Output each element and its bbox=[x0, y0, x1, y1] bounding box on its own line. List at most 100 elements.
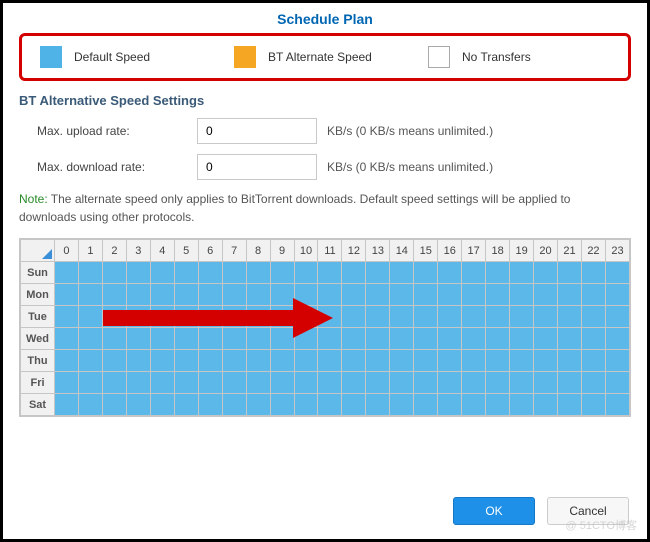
schedule-cell[interactable] bbox=[438, 350, 462, 372]
schedule-cell[interactable] bbox=[558, 350, 582, 372]
schedule-cell[interactable] bbox=[102, 328, 126, 350]
schedule-cell[interactable] bbox=[534, 328, 558, 350]
schedule-cell[interactable] bbox=[102, 306, 126, 328]
schedule-cell[interactable] bbox=[102, 372, 126, 394]
schedule-cell[interactable] bbox=[270, 284, 294, 306]
schedule-cell[interactable] bbox=[55, 306, 79, 328]
hour-header[interactable]: 18 bbox=[486, 240, 510, 262]
schedule-cell[interactable] bbox=[510, 372, 534, 394]
day-header[interactable]: Fri bbox=[21, 372, 55, 394]
schedule-cell[interactable] bbox=[270, 394, 294, 416]
schedule-cell[interactable] bbox=[270, 372, 294, 394]
day-header[interactable]: Sun bbox=[21, 262, 55, 284]
schedule-cell[interactable] bbox=[55, 372, 79, 394]
schedule-cell[interactable] bbox=[534, 372, 558, 394]
schedule-cell[interactable] bbox=[198, 394, 222, 416]
schedule-cell[interactable] bbox=[294, 350, 318, 372]
hour-header[interactable]: 17 bbox=[462, 240, 486, 262]
schedule-cell[interactable] bbox=[246, 394, 270, 416]
schedule-cell[interactable] bbox=[174, 306, 198, 328]
schedule-cell[interactable] bbox=[246, 262, 270, 284]
schedule-cell[interactable] bbox=[102, 394, 126, 416]
hour-header[interactable]: 22 bbox=[581, 240, 605, 262]
schedule-cell[interactable] bbox=[318, 306, 342, 328]
schedule-cell[interactable] bbox=[222, 306, 246, 328]
schedule-cell[interactable] bbox=[126, 394, 150, 416]
schedule-cell[interactable] bbox=[126, 262, 150, 284]
hour-header[interactable]: 14 bbox=[390, 240, 414, 262]
schedule-cell[interactable] bbox=[126, 306, 150, 328]
cancel-button[interactable]: Cancel bbox=[547, 497, 629, 525]
schedule-cell[interactable] bbox=[318, 350, 342, 372]
schedule-cell[interactable] bbox=[486, 284, 510, 306]
ok-button[interactable]: OK bbox=[453, 497, 535, 525]
schedule-cell[interactable] bbox=[366, 328, 390, 350]
schedule-cell[interactable] bbox=[246, 350, 270, 372]
hour-header[interactable]: 0 bbox=[55, 240, 79, 262]
schedule-cell[interactable] bbox=[342, 284, 366, 306]
hour-header[interactable]: 6 bbox=[198, 240, 222, 262]
schedule-cell[interactable] bbox=[366, 284, 390, 306]
schedule-cell[interactable] bbox=[605, 262, 629, 284]
day-header[interactable]: Sat bbox=[21, 394, 55, 416]
schedule-cell[interactable] bbox=[126, 284, 150, 306]
schedule-cell[interactable] bbox=[270, 306, 294, 328]
schedule-cell[interactable] bbox=[414, 306, 438, 328]
hour-header[interactable]: 7 bbox=[222, 240, 246, 262]
schedule-cell[interactable] bbox=[174, 372, 198, 394]
schedule-cell[interactable] bbox=[318, 372, 342, 394]
schedule-cell[interactable] bbox=[246, 284, 270, 306]
schedule-cell[interactable] bbox=[414, 394, 438, 416]
schedule-cell[interactable] bbox=[414, 284, 438, 306]
schedule-cell[interactable] bbox=[581, 306, 605, 328]
schedule-cell[interactable] bbox=[294, 394, 318, 416]
schedule-cell[interactable] bbox=[534, 284, 558, 306]
schedule-cell[interactable] bbox=[486, 306, 510, 328]
schedule-cell[interactable] bbox=[126, 350, 150, 372]
schedule-cell[interactable] bbox=[581, 284, 605, 306]
schedule-cell[interactable] bbox=[366, 306, 390, 328]
schedule-cell[interactable] bbox=[222, 328, 246, 350]
schedule-cell[interactable] bbox=[581, 328, 605, 350]
schedule-cell[interactable] bbox=[438, 328, 462, 350]
hour-header[interactable]: 8 bbox=[246, 240, 270, 262]
schedule-cell[interactable] bbox=[150, 284, 174, 306]
schedule-cell[interactable] bbox=[55, 284, 79, 306]
schedule-cell[interactable] bbox=[605, 284, 629, 306]
schedule-cell[interactable] bbox=[510, 350, 534, 372]
schedule-cell[interactable] bbox=[605, 328, 629, 350]
schedule-cell[interactable] bbox=[605, 372, 629, 394]
schedule-cell[interactable] bbox=[366, 262, 390, 284]
schedule-cell[interactable] bbox=[390, 350, 414, 372]
schedule-cell[interactable] bbox=[198, 350, 222, 372]
schedule-cell[interactable] bbox=[510, 306, 534, 328]
schedule-cell[interactable] bbox=[438, 262, 462, 284]
schedule-cell[interactable] bbox=[390, 262, 414, 284]
schedule-cell[interactable] bbox=[414, 262, 438, 284]
schedule-cell[interactable] bbox=[174, 328, 198, 350]
hour-header[interactable]: 20 bbox=[534, 240, 558, 262]
schedule-cell[interactable] bbox=[246, 306, 270, 328]
schedule-cell[interactable] bbox=[198, 372, 222, 394]
schedule-cell[interactable] bbox=[438, 372, 462, 394]
schedule-cell[interactable] bbox=[581, 350, 605, 372]
schedule-cell[interactable] bbox=[534, 394, 558, 416]
schedule-cell[interactable] bbox=[366, 350, 390, 372]
schedule-cell[interactable] bbox=[55, 262, 79, 284]
schedule-cell[interactable] bbox=[78, 328, 102, 350]
schedule-cell[interactable] bbox=[390, 284, 414, 306]
schedule-cell[interactable] bbox=[294, 306, 318, 328]
schedule-cell[interactable] bbox=[198, 306, 222, 328]
schedule-cell[interactable] bbox=[55, 350, 79, 372]
schedule-cell[interactable] bbox=[342, 306, 366, 328]
schedule-cell[interactable] bbox=[102, 350, 126, 372]
schedule-cell[interactable] bbox=[438, 394, 462, 416]
schedule-cell[interactable] bbox=[510, 394, 534, 416]
hour-header[interactable]: 11 bbox=[318, 240, 342, 262]
schedule-cell[interactable] bbox=[150, 262, 174, 284]
schedule-cell[interactable] bbox=[462, 306, 486, 328]
schedule-cell[interactable] bbox=[366, 394, 390, 416]
schedule-cell[interactable] bbox=[270, 262, 294, 284]
schedule-corner[interactable] bbox=[21, 240, 55, 262]
schedule-cell[interactable] bbox=[581, 262, 605, 284]
